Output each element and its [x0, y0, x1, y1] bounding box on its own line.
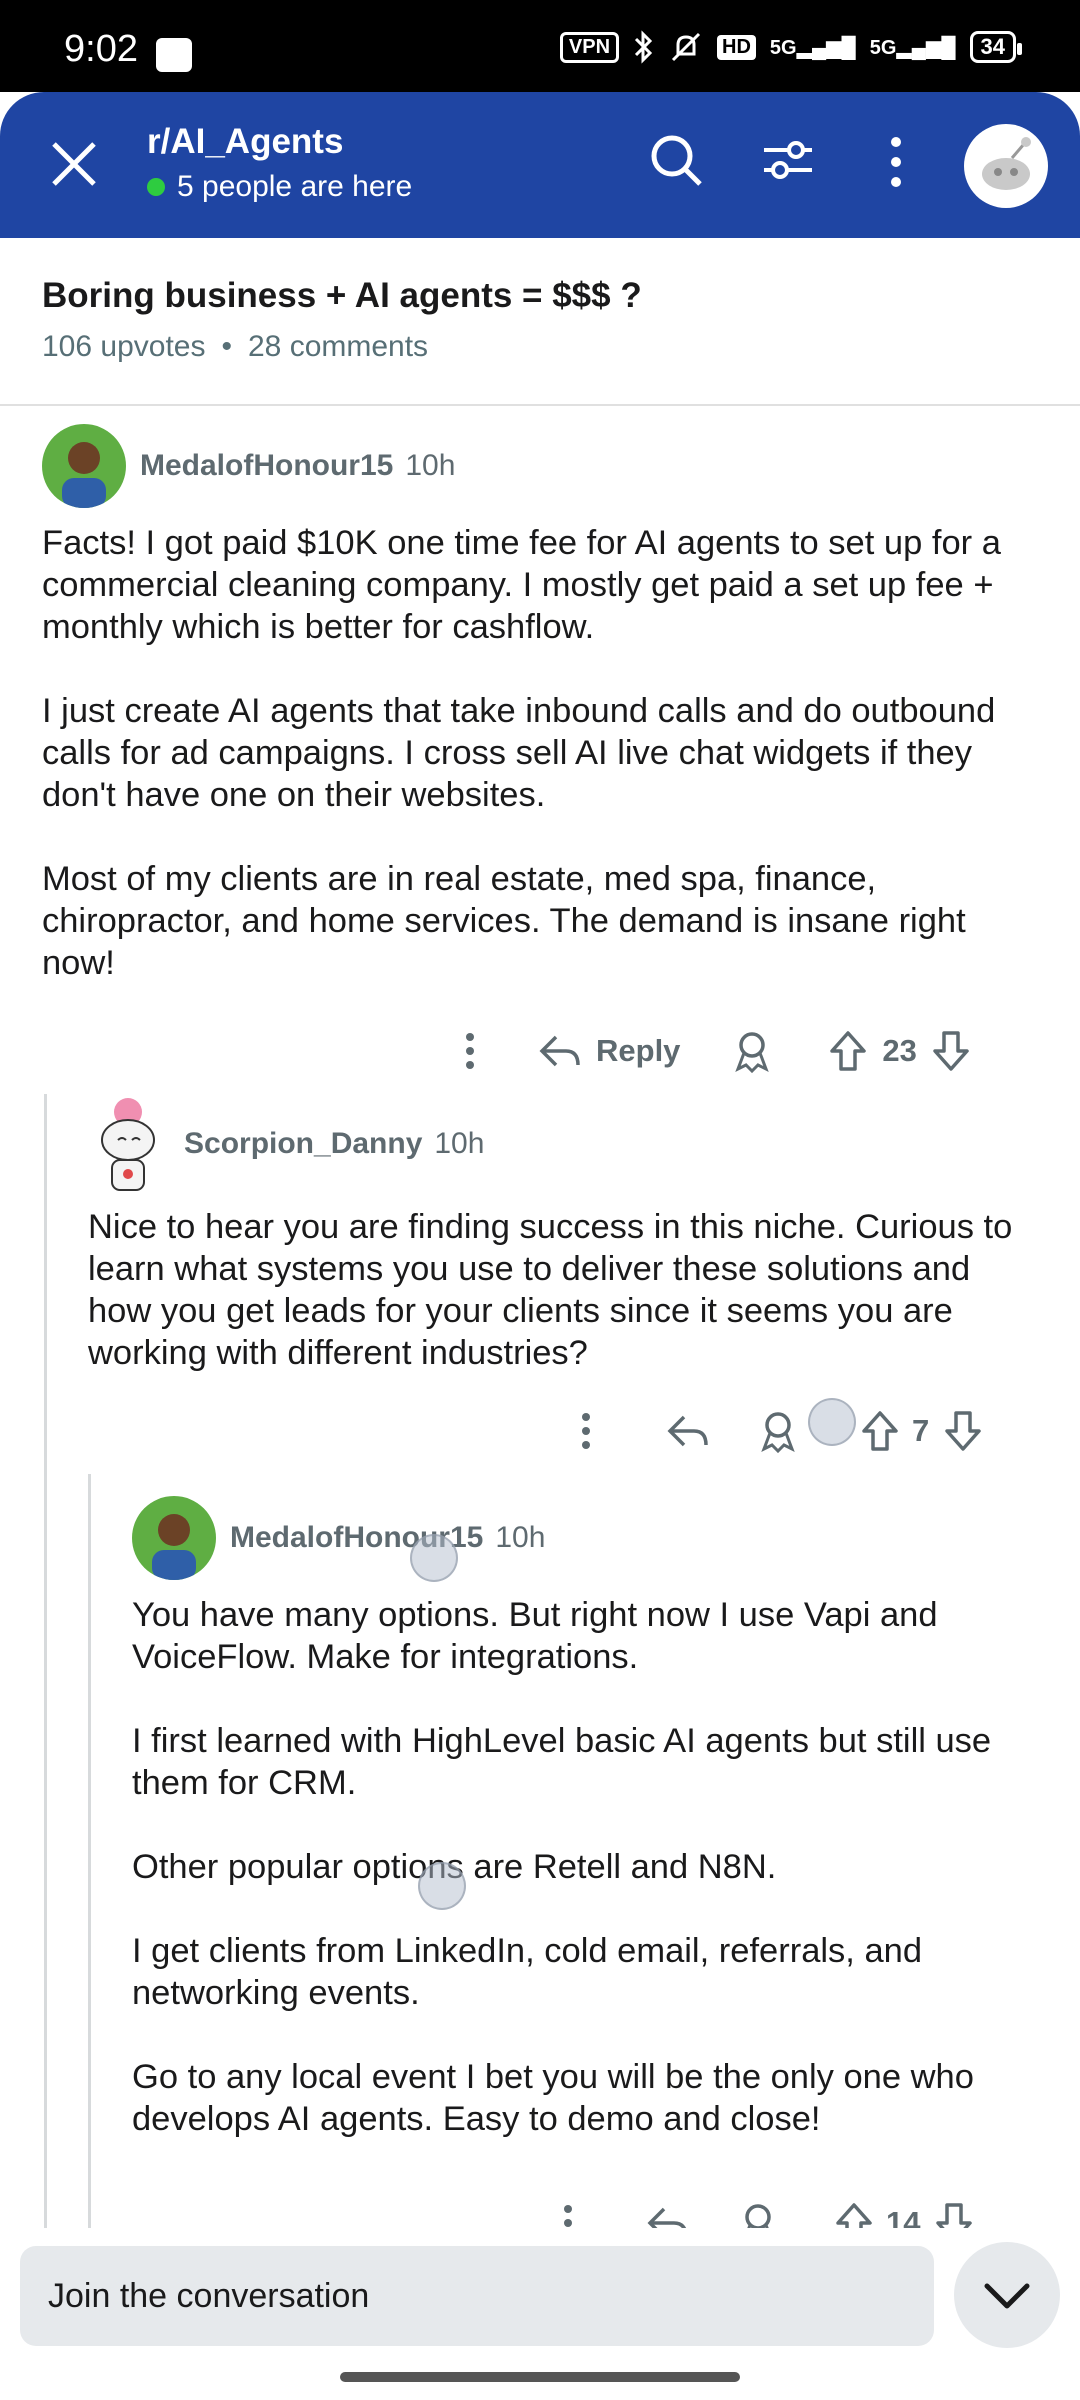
collapse-button[interactable] [954, 2242, 1060, 2348]
comment-paragraph: Other popular options are Retell and N8N… [132, 1848, 777, 1886]
more-options-icon[interactable] [568, 1409, 604, 1453]
upvote-icon[interactable] [828, 1029, 868, 1073]
post-header: Boring business + AI agents = $$$ ? 106 … [42, 276, 1042, 364]
post-title: Boring business + AI agents = $$$ ? [42, 276, 642, 315]
post-meta: 106 upvotes • 28 comments [42, 330, 1042, 364]
sort-filter-icon[interactable] [760, 132, 816, 188]
reply-icon[interactable] [666, 1411, 710, 1451]
status-bar: 9:02 VPN HD 5G▂▄▆█ 5G▂▄▆█ 34 [0, 0, 1080, 92]
thread-line[interactable] [44, 1094, 47, 2234]
comment-paragraph: Go to any local event I bet you will be … [132, 2058, 974, 2138]
comment-actions: Reply 23 [452, 1024, 971, 1078]
composer-placeholder: Join the conversation [48, 2276, 370, 2315]
comment-age: 10h [405, 449, 456, 482]
downvote-icon[interactable] [931, 1029, 971, 1073]
snoo-avatar-icon [982, 137, 1031, 190]
comment-actions: 7 [568, 1404, 983, 1458]
online-dot [147, 178, 165, 196]
reply-icon [539, 1035, 580, 1067]
mute-bell-icon [671, 32, 701, 62]
chevron-down-icon [984, 2283, 1030, 2309]
comment: MedalofHonour15 10h Facts! I got paid $1… [42, 424, 1042, 984]
comment-paragraph: Nice to hear you are finding success in … [88, 1208, 1013, 1372]
presence-indicator: 5 people are here [147, 170, 412, 204]
comment-author-row: Scorpion_Danny 10h [88, 1094, 1028, 1194]
comment: MedalofHonour15 10h You have many option… [132, 1496, 1047, 2140]
vote-score: 7 [912, 1413, 930, 1448]
status-icons: VPN HD 5G▂▄▆█ 5G▂▄▆█ 34 [559, 30, 1023, 64]
comment-paragraph: I get clients from LinkedIn, cold email,… [132, 1932, 923, 2012]
user-avatar[interactable] [964, 124, 1048, 208]
comment-paragraph: You have many options. But right now I u… [132, 1596, 938, 1676]
upvote-icon[interactable] [860, 1409, 900, 1453]
comment-paragraph: Facts! I got paid $10K one time fee for … [42, 524, 1001, 646]
reply-label: Reply [596, 1033, 681, 1068]
avatar[interactable] [88, 1094, 170, 1194]
signal-icon-1: 5G▂▄▆█ [769, 36, 856, 59]
notification-app-icon [156, 38, 192, 72]
downvote-icon[interactable] [943, 1409, 983, 1453]
comment-paragraph: I just create AI agents that take inboun… [42, 692, 996, 814]
comment-paragraph: Most of my clients are in real estate, m… [42, 860, 966, 982]
vpn-icon: VPN [559, 31, 620, 63]
clock: 9:02 [64, 28, 138, 70]
subreddit-title[interactable]: r/AI_Agents [147, 122, 343, 162]
reply-button[interactable]: Reply [538, 1031, 680, 1071]
presence-text: 5 people are here [177, 170, 413, 203]
avatar[interactable] [132, 1496, 216, 1580]
battery-icon: 34 [969, 31, 1023, 63]
user-avatar-icon [42, 424, 126, 508]
touch-indicator [410, 1534, 458, 1582]
comment-author-row: MedalofHonour15 10h [132, 1496, 1047, 1580]
comment-paragraph: I first learned with HighLevel basic AI … [132, 1722, 992, 1802]
comment-body: Nice to hear you are finding success in … [88, 1206, 1028, 1374]
search-icon[interactable] [646, 130, 706, 190]
app-bar: r/AI_Agents 5 people are here [0, 92, 1080, 238]
more-options-icon[interactable] [876, 132, 916, 192]
award-icon[interactable] [758, 1409, 798, 1453]
upvote-count: 106 upvotes [42, 330, 206, 363]
comment-body: Facts! I got paid $10K one time fee for … [42, 522, 1042, 984]
more-options-icon[interactable] [452, 1029, 488, 1073]
touch-indicator [418, 1862, 466, 1910]
comment-author[interactable]: MedalofHonour15 [140, 449, 393, 483]
user-avatar-icon [132, 1496, 216, 1580]
comment: Scorpion_Danny 10h Nice to hear you are … [88, 1094, 1028, 1374]
close-icon[interactable] [46, 136, 102, 192]
join-conversation-input[interactable]: Join the conversation [20, 2246, 934, 2346]
award-icon[interactable] [732, 1029, 772, 1073]
comment-body: You have many options. But right now I u… [132, 1594, 1047, 2140]
comment-author[interactable]: Scorpion_Danny [184, 1127, 422, 1161]
gesture-nav-bar[interactable] [340, 2372, 740, 2382]
hd-voice-icon: HD [717, 34, 756, 60]
meta-separator: • [221, 330, 232, 363]
thread-line[interactable] [88, 1474, 91, 2234]
touch-indicator [808, 1398, 856, 1446]
comment-author-row: MedalofHonour15 10h [42, 424, 1042, 508]
comment-count: 28 comments [247, 330, 429, 363]
signal-icon-2: 5G▂▄▆█ [869, 36, 956, 59]
comment-age: 10h [434, 1127, 485, 1160]
header-divider [0, 404, 1080, 406]
vote-score: 23 [882, 1033, 917, 1068]
avatar[interactable] [42, 424, 126, 508]
bluetooth-icon [634, 30, 653, 64]
snoo-avatar-icon [101, 1098, 155, 1191]
comment-age: 10h [495, 1521, 546, 1554]
